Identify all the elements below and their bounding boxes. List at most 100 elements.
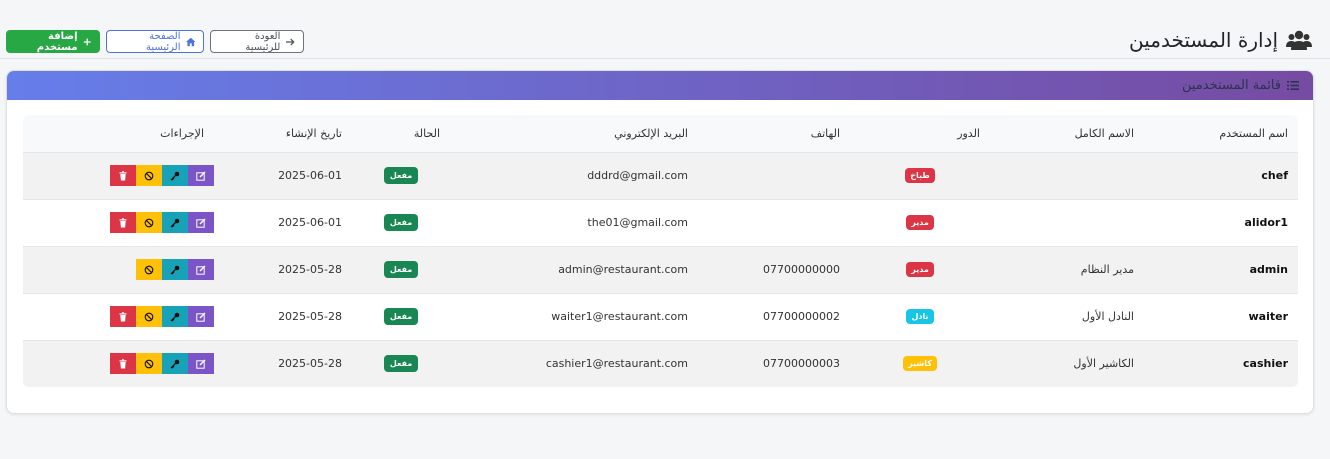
key-icon (170, 218, 180, 227)
cell-actions (23, 293, 214, 340)
edit-user-button[interactable] (188, 259, 214, 280)
cell-username: chef (1261, 169, 1288, 182)
key-icon (170, 359, 180, 369)
table-row: waiter النادل الأول نادل 07700000002 waiter1… (23, 293, 1298, 340)
col-created: تاريخ الإنشاء (285, 126, 342, 140)
cell-actions (23, 246, 214, 293)
ban-icon (144, 312, 154, 321)
toggle-status-button[interactable] (136, 259, 162, 280)
edit-icon (196, 218, 206, 228)
delete-user-button[interactable] (110, 306, 136, 327)
row-actions (110, 212, 214, 233)
edit-icon (196, 265, 206, 275)
toggle-status-button[interactable] (136, 212, 162, 233)
row-actions (110, 165, 214, 186)
status-badge: مفعل (383, 214, 419, 231)
add-user-button[interactable]: إضافة مستخدم (6, 30, 100, 53)
role-badge: كاشير (903, 356, 937, 372)
cell-username: admin (1249, 263, 1288, 276)
cell-phone: 07700000002 (763, 310, 840, 323)
status-badge: مفعل (383, 261, 419, 278)
add-user-label: إضافة مستخدم (36, 30, 78, 53)
reset-password-button[interactable] (162, 165, 188, 186)
table-body: chef طباخ dddrd@gmail.com مفعل 2025-06-01 ali… (23, 152, 1298, 387)
key-icon (170, 171, 180, 180)
list-icon (1287, 81, 1299, 90)
trash-icon (119, 217, 127, 227)
cell-created: 2025-05-28 (278, 263, 342, 276)
edit-user-button[interactable] (188, 165, 214, 186)
table-row: cashier الكاشير الأول كاشير 07700000003 cash… (23, 340, 1298, 387)
cell-created: 2025-06-01 (278, 216, 342, 229)
cell-fullname: الكاشير الأول (1073, 357, 1134, 371)
toggle-status-button[interactable] (136, 165, 162, 186)
back-label: العودة للرئيسية (245, 30, 281, 53)
page-title-text: إدارة المستخدمين (1129, 28, 1278, 52)
cell-email: admin@restaurant.com (558, 263, 688, 276)
cell-created: 2025-06-01 (278, 169, 342, 182)
header-buttons: إضافة مستخدم الصفحة الرئيسية العودة للرئ… (6, 30, 304, 53)
ban-icon (144, 265, 154, 274)
cell-role: مدير (850, 246, 990, 293)
edit-user-button[interactable] (188, 306, 214, 327)
cell-fullname: مدير النظام (1080, 263, 1134, 276)
role-badge: نادل (906, 309, 934, 324)
page-header: إدارة المستخدمين إضافة مستخدم الصفحة الر… (0, 0, 1330, 59)
delete-user-button[interactable] (110, 165, 136, 186)
reset-password-button[interactable] (162, 212, 188, 233)
cell-created: 2025-05-28 (278, 310, 342, 323)
cell-email: dddrd@gmail.com (587, 169, 688, 182)
table-row: alidor1 مدير the01@gmail.com مفعل 2025-06-01 (23, 199, 1298, 246)
users-table: اسم المستخدم الاسم الكامل الدور الهاتف ا… (23, 115, 1298, 387)
cell-username: cashier (1243, 357, 1288, 371)
toggle-status-button[interactable] (136, 353, 162, 375)
home-icon (185, 37, 195, 46)
row-actions (136, 259, 214, 280)
col-status: الحالة (413, 126, 440, 140)
cell-actions (23, 340, 214, 387)
cell-username: alidor1 (1244, 216, 1288, 229)
users-card: قائمة المستخدمين اسم المستخدم الاسم الكا… (6, 70, 1314, 414)
col-email: البريد الإلكتروني (614, 126, 688, 140)
home-button[interactable]: الصفحة الرئيسية (106, 30, 204, 53)
cell-role: مدير (850, 199, 990, 246)
cell-email: the01@gmail.com (587, 216, 688, 229)
card-header: قائمة المستخدمين (7, 71, 1313, 100)
cell-email: waiter1@restaurant.com (551, 310, 688, 323)
edit-user-button[interactable] (188, 212, 214, 233)
ban-icon (144, 218, 154, 227)
ban-icon (144, 171, 154, 180)
row-actions (110, 353, 214, 375)
edit-user-button[interactable] (188, 353, 214, 375)
reset-password-button[interactable] (162, 353, 188, 375)
cell-role: كاشير (850, 340, 990, 387)
trash-icon (119, 359, 127, 369)
cell-fullname (990, 199, 1144, 246)
cell-fullname (990, 152, 1144, 199)
key-icon (170, 312, 180, 321)
col-username: اسم المستخدم (1219, 126, 1288, 140)
cell-role: نادل (850, 293, 990, 340)
key-icon (170, 265, 180, 274)
cell-status: مفعل (352, 246, 450, 293)
back-button[interactable]: العودة للرئيسية (210, 30, 304, 53)
toggle-status-button[interactable] (136, 306, 162, 327)
users-table-wrapper: اسم المستخدم الاسم الكامل الدور الهاتف ا… (23, 115, 1298, 387)
cell-status: مفعل (352, 340, 450, 387)
reset-password-button[interactable] (162, 259, 188, 280)
status-badge: مفعل (383, 355, 419, 373)
cell-fullname: النادل الأول (1081, 310, 1134, 323)
delete-user-button[interactable] (110, 353, 136, 375)
users-icon (1286, 30, 1312, 50)
table-row: admin مدير النظام مدير 07700000000 admin@res… (23, 246, 1298, 293)
table-header-row: اسم المستخدم الاسم الكامل الدور الهاتف ا… (23, 115, 1298, 152)
table-row: chef طباخ dddrd@gmail.com مفعل 2025-06-01 (23, 152, 1298, 199)
delete-user-button[interactable] (110, 212, 136, 233)
row-actions (110, 306, 214, 327)
cell-created: 2025-05-28 (278, 357, 342, 371)
reset-password-button[interactable] (162, 306, 188, 327)
status-badge: مفعل (383, 167, 419, 184)
plus-icon (83, 38, 91, 45)
home-label: الصفحة الرئيسية (146, 30, 181, 53)
cell-status: مفعل (352, 199, 450, 246)
